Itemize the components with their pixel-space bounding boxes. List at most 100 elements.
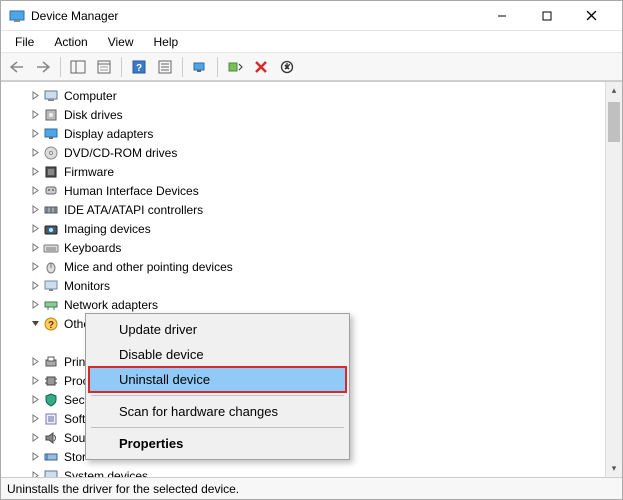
expand-icon[interactable] <box>29 299 41 311</box>
tree-item-ide[interactable]: IDE ATA/ATAPI controllers <box>1 200 622 219</box>
close-button[interactable] <box>569 2 614 30</box>
vertical-scrollbar[interactable]: ▴ ▾ <box>605 82 622 477</box>
scroll-down-arrow[interactable]: ▾ <box>606 460 622 477</box>
back-button[interactable] <box>5 56 29 78</box>
tree-item-label: IDE ATA/ATAPI controllers <box>64 203 203 217</box>
show-hide-tree-button[interactable] <box>66 56 90 78</box>
help-button[interactable]: ? <box>127 56 151 78</box>
menu-view[interactable]: View <box>100 33 142 51</box>
expand-icon[interactable] <box>29 147 41 159</box>
svg-text:?: ? <box>136 63 142 74</box>
scroll-up-arrow[interactable]: ▴ <box>606 82 622 99</box>
toolbar: ? <box>1 53 622 81</box>
mouse-icon <box>43 259 59 275</box>
other-icon: ? <box>43 316 59 332</box>
tree-item-label: Prin <box>64 355 85 369</box>
processor-icon <box>43 373 59 389</box>
tree-item-label: Display adapters <box>64 127 153 141</box>
expand-icon[interactable] <box>29 223 41 235</box>
print-icon <box>43 354 59 370</box>
expand-icon[interactable] <box>29 128 41 140</box>
tree-item-label: Mice and other pointing devices <box>64 260 233 274</box>
tree-item-computer[interactable]: Computer <box>1 86 622 105</box>
tree-item-label: Computer <box>64 89 117 103</box>
expand-icon[interactable] <box>29 394 41 406</box>
app-icon <box>9 8 25 24</box>
toolbar-separator <box>217 57 218 77</box>
monitor-icon <box>43 278 59 294</box>
sound-icon <box>43 430 59 446</box>
expand-icon[interactable] <box>29 261 41 273</box>
menu-file[interactable]: File <box>7 33 42 51</box>
tree-item-display[interactable]: Display adapters <box>1 124 622 143</box>
cm-update-driver[interactable]: Update driver <box>89 317 346 342</box>
tree-item-label: Disk drives <box>64 108 123 122</box>
tree-item-firmware[interactable]: Firmware <box>1 162 622 181</box>
titlebar: Device Manager <box>1 1 622 31</box>
expand-icon[interactable] <box>29 242 41 254</box>
expand-icon[interactable] <box>29 185 41 197</box>
minimize-button[interactable] <box>479 2 524 30</box>
expand-icon[interactable] <box>29 280 41 292</box>
cm-disable-device[interactable]: Disable device <box>89 342 346 367</box>
menu-action[interactable]: Action <box>46 33 95 51</box>
tree-item-label: Network adapters <box>64 298 158 312</box>
network-icon <box>43 297 59 313</box>
window-title: Device Manager <box>31 9 479 23</box>
tree-item-dvd[interactable]: DVD/CD-ROM drives <box>1 143 622 162</box>
expand-icon[interactable] <box>29 470 41 478</box>
tree-item-monitor[interactable]: Monitors <box>1 276 622 295</box>
dvd-icon <box>43 145 59 161</box>
expand-icon[interactable] <box>29 451 41 463</box>
maximize-button[interactable] <box>524 2 569 30</box>
expand-icon[interactable] <box>29 109 41 121</box>
expand-icon[interactable] <box>29 90 41 102</box>
expand-icon[interactable] <box>29 413 41 425</box>
disable-button[interactable] <box>275 56 299 78</box>
tree-item-system[interactable]: System devices <box>1 466 622 477</box>
toolbar-separator <box>182 57 183 77</box>
tree-item-disk[interactable]: Disk drives <box>1 105 622 124</box>
expand-icon[interactable] <box>29 432 41 444</box>
cm-separator <box>91 395 344 396</box>
software-icon <box>43 411 59 427</box>
action-button[interactable] <box>153 56 177 78</box>
tree-item-label: Firmware <box>64 165 114 179</box>
uninstall-button[interactable] <box>249 56 273 78</box>
tree-item-hid[interactable]: Human Interface Devices <box>1 181 622 200</box>
storage-icon <box>43 449 59 465</box>
scroll-thumb[interactable] <box>608 102 620 142</box>
forward-button[interactable] <box>31 56 55 78</box>
tree-item-label: Keyboards <box>64 241 121 255</box>
toolbar-separator <box>121 57 122 77</box>
disk-icon <box>43 107 59 123</box>
computer-icon <box>43 88 59 104</box>
properties-button[interactable] <box>92 56 116 78</box>
statusbar-text: Uninstalls the driver for the selected d… <box>7 482 239 496</box>
security-icon <box>43 392 59 408</box>
svg-text:?: ? <box>48 320 54 331</box>
menu-help[interactable]: Help <box>146 33 187 51</box>
hid-icon <box>43 183 59 199</box>
collapse-icon[interactable] <box>29 318 41 330</box>
expand-icon[interactable] <box>29 375 41 387</box>
expand-icon[interactable] <box>29 204 41 216</box>
tree-item-keyboard[interactable]: Keyboards <box>1 238 622 257</box>
update-driver-button[interactable] <box>223 56 247 78</box>
tree-item-network[interactable]: Network adapters <box>1 295 622 314</box>
tree-item-label: DVD/CD-ROM drives <box>64 146 177 160</box>
tree-item-mouse[interactable]: Mice and other pointing devices <box>1 257 622 276</box>
expand-icon[interactable] <box>29 166 41 178</box>
cm-uninstall-device[interactable]: Uninstall device <box>89 367 346 392</box>
tree-item-label: Human Interface Devices <box>64 184 199 198</box>
expand-icon[interactable] <box>29 356 41 368</box>
tree-item-imaging[interactable]: Imaging devices <box>1 219 622 238</box>
tree-item-label: System devices <box>64 469 148 478</box>
ide-icon <box>43 202 59 218</box>
tree-item-label: Monitors <box>64 279 110 293</box>
scan-hardware-button[interactable] <box>188 56 212 78</box>
cm-scan-hardware[interactable]: Scan for hardware changes <box>89 399 346 424</box>
keyboard-icon <box>43 240 59 256</box>
tree-item-label: Imaging devices <box>64 222 151 236</box>
cm-properties[interactable]: Properties <box>89 431 346 456</box>
